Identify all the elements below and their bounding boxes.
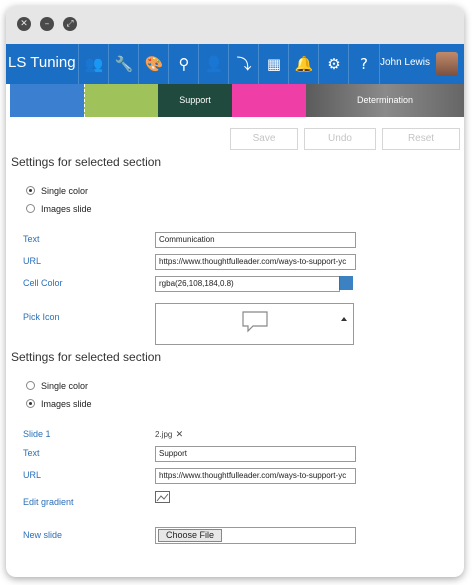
reset-button[interactable]: Reset xyxy=(382,128,460,150)
radio-label: Single color xyxy=(41,186,89,196)
wrench-icon[interactable]: 🔧 xyxy=(108,44,139,84)
single-color-radio[interactable]: Single color xyxy=(26,186,88,196)
radio-label: Images slide xyxy=(41,399,92,409)
palette-icon[interactable]: 🎨 xyxy=(138,44,169,84)
preview-cell-1[interactable] xyxy=(10,84,84,117)
cell-color-input[interactable]: rgba(26,108,184,0.8) xyxy=(155,276,340,292)
edit-gradient-label: Edit gradient xyxy=(23,497,74,507)
app-toolbar: LS Tuning 👥 🔧 🎨 ⚲ 👤 ⤵ ▦ 🔔 ⚙ ? John Lewis xyxy=(6,44,464,84)
minimize-window-button[interactable]: – xyxy=(40,17,54,31)
new-slide-label: New slide xyxy=(23,530,63,540)
color-swatch[interactable] xyxy=(339,276,353,290)
undo-button[interactable]: Undo xyxy=(304,128,376,150)
user-name[interactable]: John Lewis xyxy=(380,57,430,68)
gear-icon[interactable]: ⚙ xyxy=(318,44,349,84)
pick-icon-label: Pick Icon xyxy=(23,312,60,322)
arrow-down-icon[interactable]: ⤵ xyxy=(228,44,259,84)
window-titlebar: ✕ – ⤢ xyxy=(6,6,464,44)
radio-control[interactable] xyxy=(26,186,35,195)
radio-label: Images slide xyxy=(41,204,92,214)
radio-control[interactable] xyxy=(26,204,35,213)
search-icon[interactable]: ⚲ xyxy=(168,44,199,84)
section-title: Settings for selected section xyxy=(11,155,162,169)
chevron-up-icon[interactable] xyxy=(341,317,347,321)
single-color-radio[interactable]: Single color xyxy=(26,381,88,391)
radio-label: Single color xyxy=(41,381,89,391)
radio-control[interactable] xyxy=(26,381,35,390)
radio-control[interactable] xyxy=(26,399,35,408)
url-input[interactable]: https://www.thoughtfulleader.com/ways-to… xyxy=(155,254,356,270)
text-input[interactable]: Communication xyxy=(155,232,356,248)
preview-cell-4[interactable] xyxy=(232,84,306,117)
user-icon[interactable]: 👤 xyxy=(198,44,229,84)
preview-cell-3[interactable]: Support xyxy=(158,84,232,117)
cell-color-label: Cell Color xyxy=(23,278,63,288)
file-input[interactable]: Choose File xyxy=(155,527,356,544)
remove-icon[interactable]: ✕ xyxy=(176,429,184,439)
text-label: Text xyxy=(23,234,40,244)
url-input[interactable]: https://www.thoughtfulleader.com/ways-to… xyxy=(155,468,356,484)
bell-icon[interactable]: 🔔 xyxy=(288,44,319,84)
url-label: URL xyxy=(23,470,42,480)
icon-picker[interactable] xyxy=(155,303,354,345)
slide-file: 2.jpg ✕ xyxy=(155,429,183,440)
edit-gradient-icon[interactable] xyxy=(155,491,170,503)
text-label: Text xyxy=(23,448,40,458)
close-window-button[interactable]: ✕ xyxy=(17,17,31,31)
help-icon[interactable]: ? xyxy=(348,44,380,84)
users-icon[interactable]: 👥 xyxy=(78,44,109,84)
app-title: LS Tuning xyxy=(8,54,76,71)
preview-cell-2[interactable] xyxy=(84,84,159,117)
slide-filename: 2.jpg xyxy=(155,430,173,439)
url-label: URL xyxy=(23,256,42,266)
grid-icon[interactable]: ▦ xyxy=(258,44,289,84)
maximize-window-button[interactable]: ⤢ xyxy=(63,17,77,31)
images-slide-radio[interactable]: Images slide xyxy=(26,399,92,409)
app-window: ✕ – ⤢ LS Tuning 👥 🔧 🎨 ⚲ 👤 ⤵ ▦ 🔔 ⚙ ? John… xyxy=(6,6,464,577)
avatar[interactable] xyxy=(436,52,458,76)
save-button[interactable]: Save xyxy=(230,128,298,150)
slide-label: Slide 1 xyxy=(23,429,51,439)
section-title: Settings for selected section xyxy=(11,350,162,364)
images-slide-radio[interactable]: Images slide xyxy=(26,204,92,214)
speech-bubble-icon xyxy=(242,311,268,333)
choose-file-button[interactable]: Choose File xyxy=(158,529,223,542)
text-input[interactable]: Support xyxy=(155,446,356,462)
preview-cell-5[interactable]: Determination xyxy=(306,84,464,117)
